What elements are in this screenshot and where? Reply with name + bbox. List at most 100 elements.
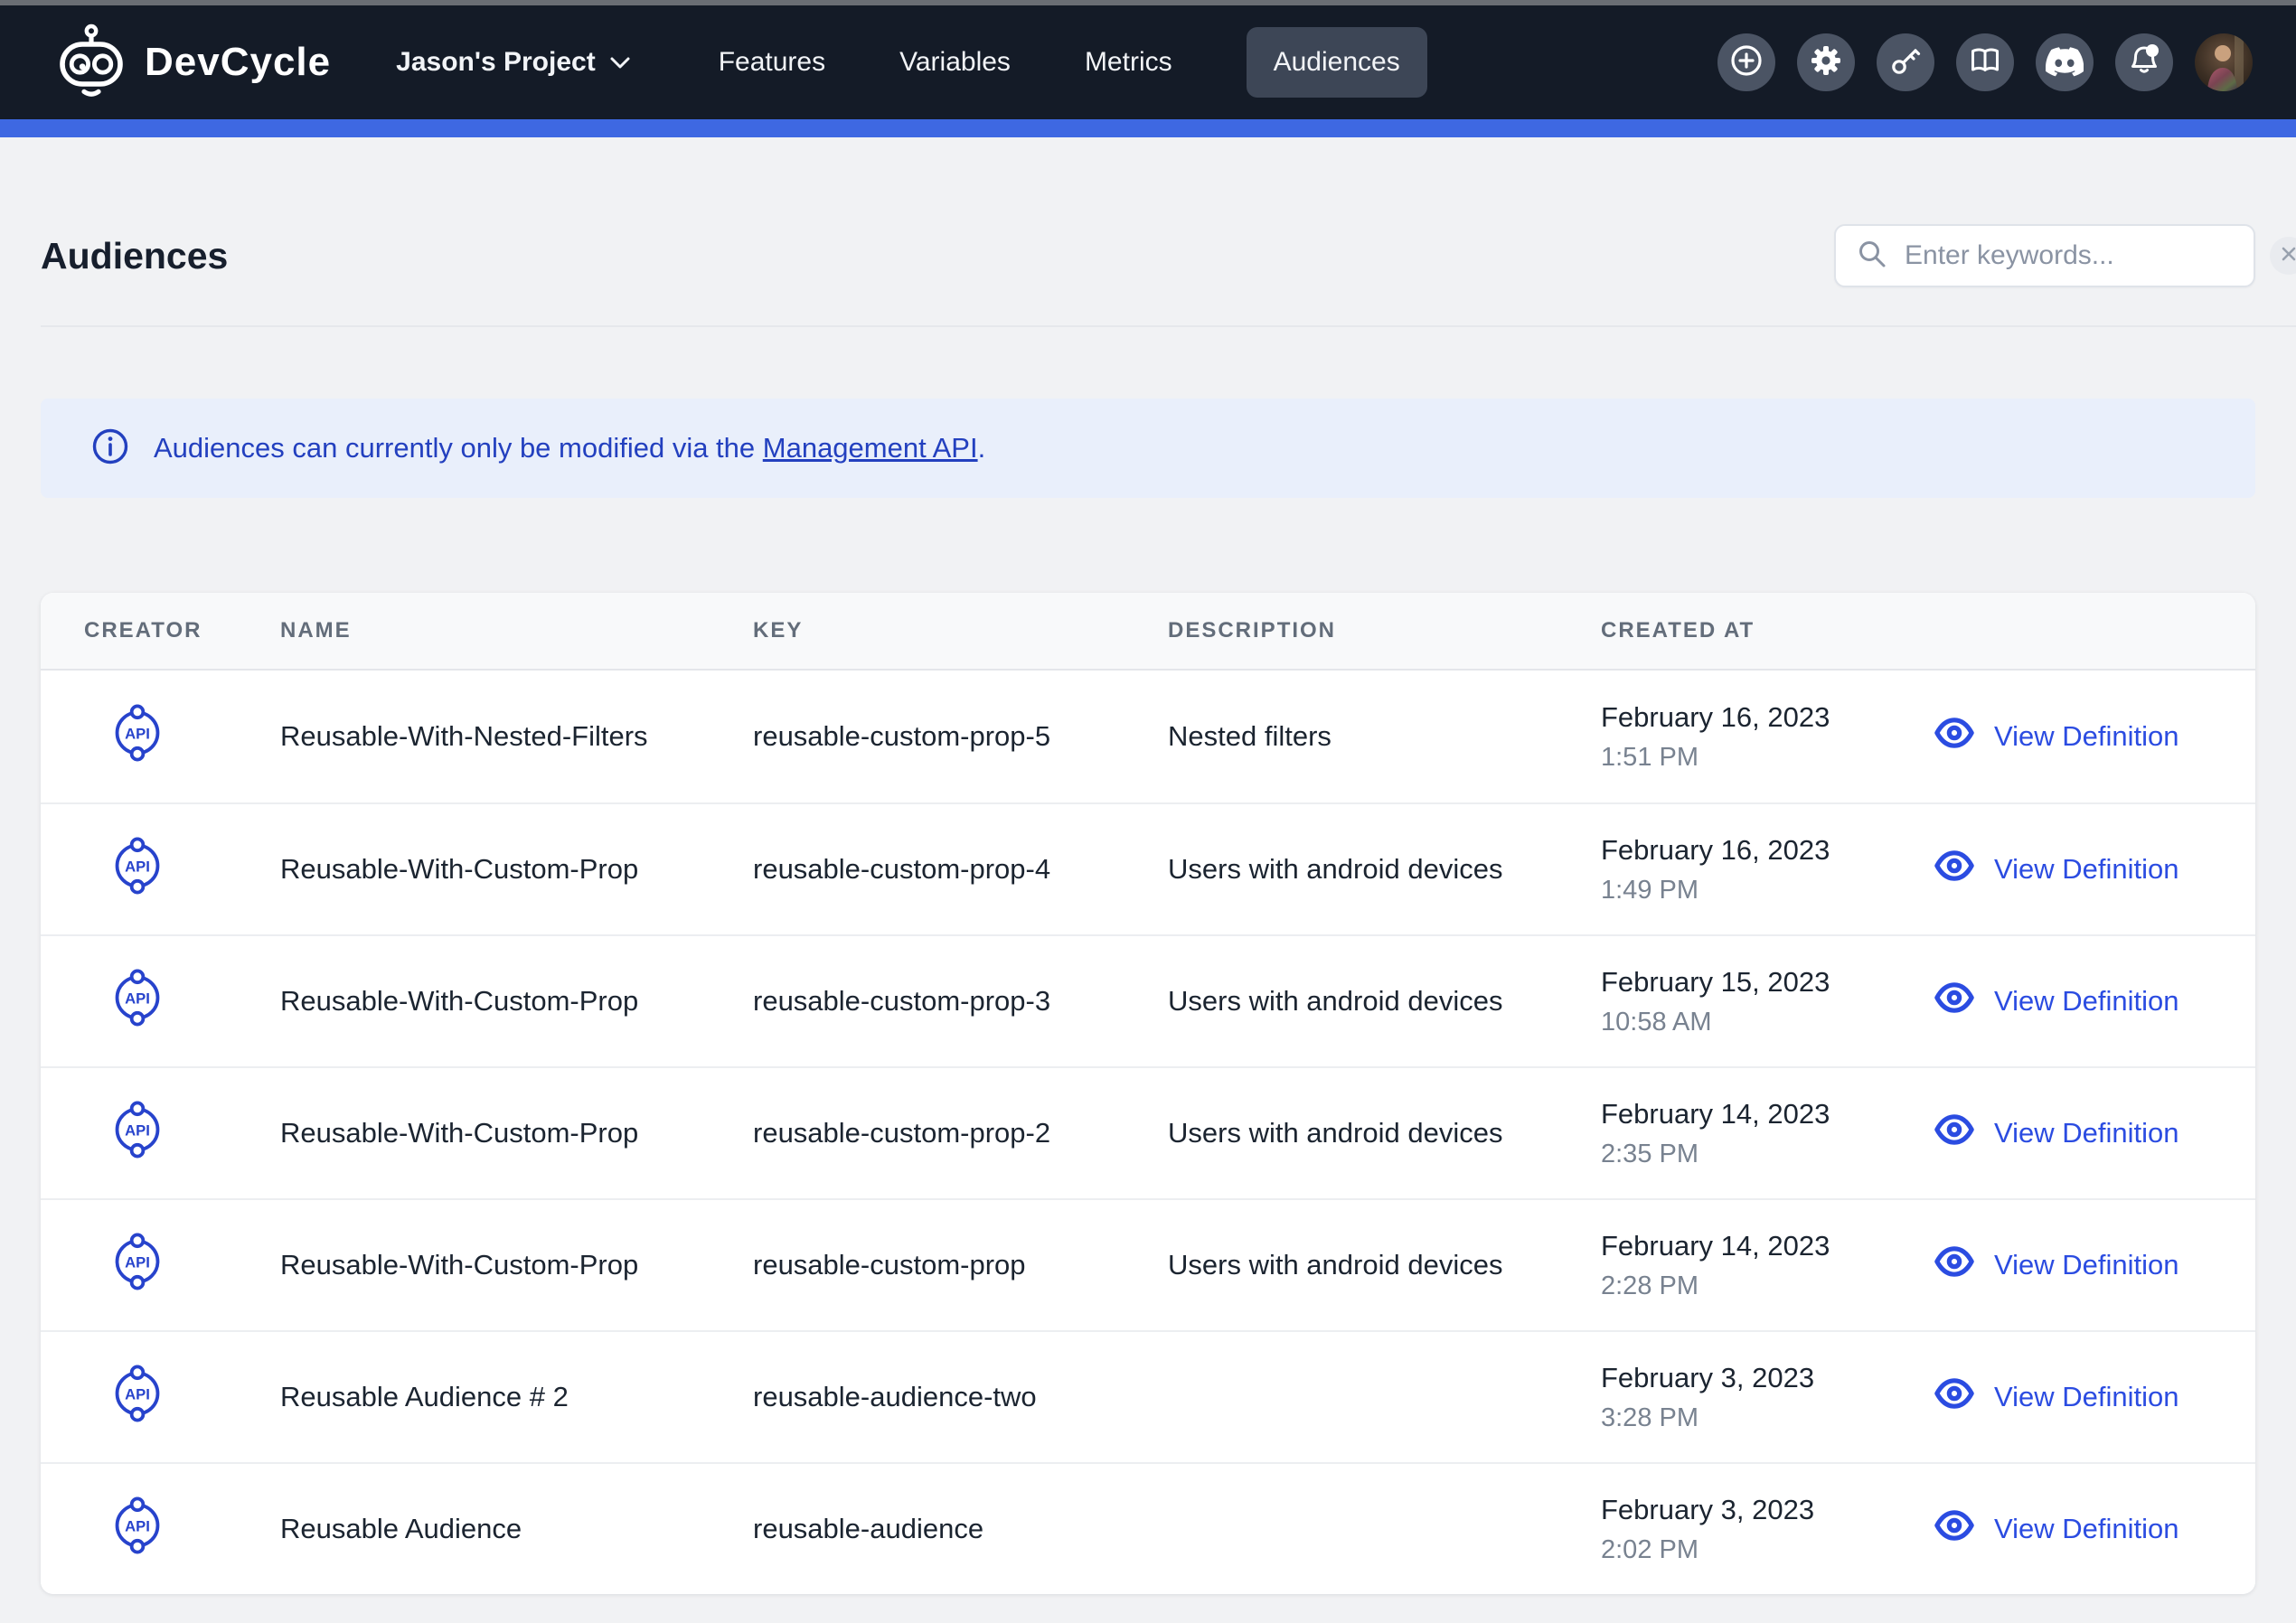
created-time: 1:49 PM: [1601, 876, 1933, 905]
key-cell: reusable-custom-prop-5: [753, 720, 1168, 753]
created-at-cell: February 3, 2023 2:02 PM: [1601, 1494, 1933, 1565]
description-cell: Users with android devices: [1168, 985, 1601, 1018]
created-time: 10:58 AM: [1601, 1008, 1933, 1037]
view-definition-button[interactable]: View Definition: [1933, 1243, 2255, 1287]
settings-button[interactable]: [1797, 33, 1855, 91]
name-cell: Reusable-With-Nested-Filters: [280, 720, 753, 753]
management-api-link[interactable]: Management API: [763, 432, 978, 464]
view-definition-label: View Definition: [1994, 1249, 2178, 1281]
magnifier-icon: [1856, 238, 1888, 275]
project-selector-label: Jason's Project: [396, 47, 596, 78]
eye-icon: [1933, 715, 1976, 758]
created-at-cell: February 15, 2023 10:58 AM: [1601, 966, 1933, 1037]
svg-text:API: API: [125, 1518, 150, 1535]
view-definition-label: View Definition: [1994, 720, 2178, 753]
column-header-key: KEY: [753, 618, 1168, 643]
key-cell: reusable-custom-prop: [753, 1249, 1168, 1281]
chevron-down-icon: [608, 47, 632, 78]
brand-logo[interactable]: DevCycle: [54, 23, 331, 103]
nav-item-metrics[interactable]: Metrics: [1085, 47, 1172, 78]
page-title: Audiences: [41, 235, 228, 277]
key-cell: reusable-custom-prop-3: [753, 985, 1168, 1018]
creator-cell: API: [41, 1098, 280, 1168]
banner-text: Audiences can currently only be modified…: [154, 432, 985, 464]
created-at-cell: February 16, 2023 1:51 PM: [1601, 701, 1933, 773]
table-row: API Reusable Audience reusable-audience …: [41, 1462, 2255, 1594]
name-cell: Reusable-With-Custom-Prop: [280, 985, 753, 1018]
svg-text:API: API: [125, 1386, 150, 1403]
add-circle-icon: [1728, 42, 1764, 83]
actions-cell: View Definition: [1933, 1112, 2255, 1155]
view-definition-label: View Definition: [1994, 1381, 2178, 1413]
created-date: February 14, 2023: [1601, 1098, 1933, 1130]
view-definition-button[interactable]: View Definition: [1933, 1375, 2255, 1419]
creator-cell: API: [41, 1494, 280, 1564]
x-icon: [2281, 246, 2296, 267]
description-cell: Users with android devices: [1168, 1249, 1601, 1281]
svg-text:API: API: [125, 858, 150, 876]
api-badge-icon: API: [111, 834, 164, 905]
view-definition-button[interactable]: View Definition: [1933, 1507, 2255, 1551]
column-header-name: NAME: [280, 618, 753, 643]
table-row: API Reusable-With-Custom-Prop reusable-c…: [41, 1198, 2255, 1330]
table-row: API Reusable-With-Custom-Prop reusable-c…: [41, 802, 2255, 934]
eye-icon: [1933, 980, 1976, 1023]
table-row: API Reusable-With-Nested-Filters reusabl…: [41, 671, 2255, 802]
column-header-description: DESCRIPTION: [1168, 618, 1601, 643]
search-clear-button[interactable]: [2270, 237, 2296, 275]
key-cell: reusable-audience-two: [753, 1381, 1168, 1413]
search-box: [1834, 224, 2255, 287]
eye-icon: [1933, 1112, 1976, 1155]
nav-item-variables[interactable]: Variables: [899, 47, 1011, 78]
created-time: 1:51 PM: [1601, 743, 1933, 773]
created-date: February 14, 2023: [1601, 1230, 1933, 1262]
actions-cell: View Definition: [1933, 715, 2255, 758]
created-date: February 3, 2023: [1601, 1494, 1933, 1526]
view-definition-label: View Definition: [1994, 985, 2178, 1018]
actions-cell: View Definition: [1933, 1243, 2255, 1287]
devcycle-robot-icon: [54, 23, 128, 103]
add-button[interactable]: [1717, 33, 1775, 91]
name-cell: Reusable-With-Custom-Prop: [280, 1117, 753, 1149]
description-cell: Users with android devices: [1168, 1117, 1601, 1149]
actions-cell: View Definition: [1933, 980, 2255, 1023]
name-cell: Reusable Audience # 2: [280, 1381, 753, 1413]
nav-item-audiences[interactable]: Audiences: [1247, 27, 1427, 98]
eye-icon: [1933, 1375, 1976, 1419]
view-definition-button[interactable]: View Definition: [1933, 1112, 2255, 1155]
created-at-cell: February 16, 2023 1:49 PM: [1601, 834, 1933, 905]
table-row: API Reusable-With-Custom-Prop reusable-c…: [41, 1066, 2255, 1198]
view-definition-button[interactable]: View Definition: [1933, 715, 2255, 758]
nav-item-features[interactable]: Features: [719, 47, 825, 78]
created-time: 3:28 PM: [1601, 1403, 1933, 1433]
api-badge-icon: API: [111, 966, 164, 1037]
info-banner: Audiences can currently only be modified…: [41, 399, 2255, 498]
api-badge-icon: API: [111, 1494, 164, 1564]
banner-text-before: Audiences can currently only be modified…: [154, 432, 763, 464]
created-time: 2:02 PM: [1601, 1535, 1933, 1565]
notifications-bell-icon: [2125, 42, 2163, 84]
column-header-created-at: CREATED AT: [1601, 618, 1933, 643]
view-definition-button[interactable]: View Definition: [1933, 980, 2255, 1023]
docs-button[interactable]: [1956, 33, 2014, 91]
table-body: API Reusable-With-Nested-Filters reusabl…: [41, 671, 2255, 1594]
actions-cell: View Definition: [1933, 1507, 2255, 1551]
search-input[interactable]: [1905, 240, 2254, 271]
table-row: API Reusable Audience # 2 reusable-audie…: [41, 1330, 2255, 1462]
svg-text:API: API: [125, 1122, 150, 1140]
key-cell: reusable-custom-prop-4: [753, 853, 1168, 886]
description-cell: Users with android devices: [1168, 853, 1601, 886]
creator-cell: API: [41, 834, 280, 905]
notifications-button[interactable]: [2115, 33, 2173, 91]
project-selector[interactable]: Jason's Project: [396, 47, 632, 78]
name-cell: Reusable-With-Custom-Prop: [280, 853, 753, 886]
eye-icon: [1933, 1507, 1976, 1551]
discord-button[interactable]: [2036, 33, 2094, 91]
user-avatar[interactable]: [2195, 33, 2253, 91]
view-definition-button[interactable]: View Definition: [1933, 848, 2255, 891]
created-at-cell: February 14, 2023 2:35 PM: [1601, 1098, 1933, 1169]
api-keys-button[interactable]: [1877, 33, 1934, 91]
svg-text:API: API: [125, 726, 150, 743]
created-date: February 3, 2023: [1601, 1362, 1933, 1394]
view-definition-label: View Definition: [1994, 1117, 2178, 1149]
